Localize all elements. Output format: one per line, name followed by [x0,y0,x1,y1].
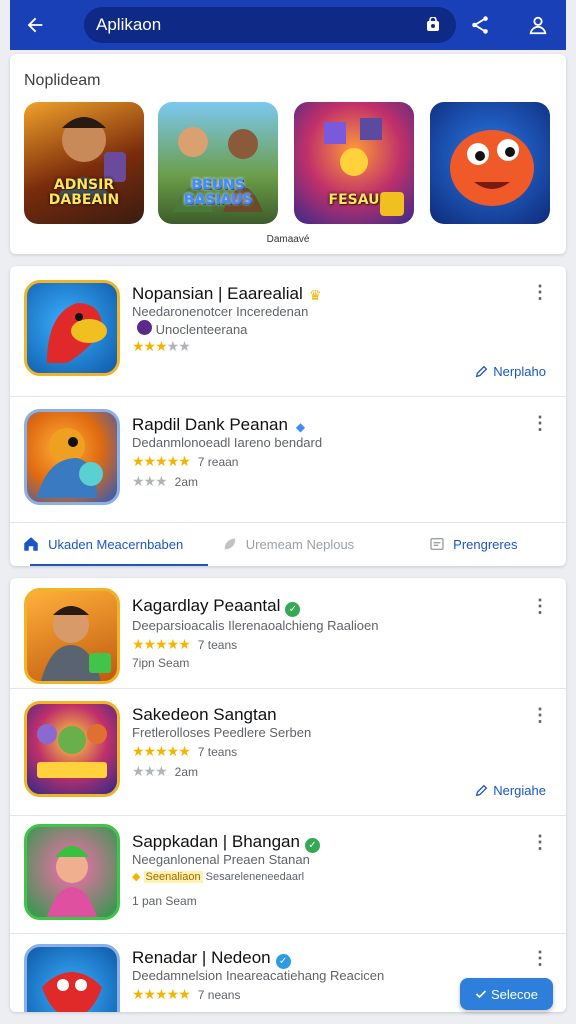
verified-icon: ◆ [295,420,306,434]
app-subtitle: Dedanmlonoeadl Iareno bendard [132,435,323,450]
home-icon [24,537,38,551]
thumbnail-caption: ADNSIR DABEAIN [48,177,120,208]
check-icon [475,990,487,999]
diamond-icon: ◆ [132,871,141,883]
select-button[interactable]: Selecoe [460,978,553,1010]
game-thumbnail[interactable]: FESAU [294,102,414,224]
app-subtitle: Needaronenotcer Inceredenan [132,304,309,319]
verified-icon: ✓ [304,838,320,853]
app-title: Kagardlay Peaantal ✓ [132,596,301,617]
app-developer: Unoclenteerana [132,320,247,337]
app-title: Sakedeon Sangtan [132,705,277,724]
app-subtitle: Neeganlonenal Preaen Stanan [132,852,310,867]
thumbnail-caption: FESAU [328,192,380,208]
app-icon [24,409,120,505]
active-tab-indicator [30,564,208,566]
top-app-bar: Aplikaon [10,0,566,50]
app-subtitle: Deeparsioacalis Ilerenaoalchieng Raalioe… [132,618,379,633]
rating-stars: ★★★★★ [132,338,191,354]
tab-bar: Ukaden Meacernbaben Uremeam Neplous Pren… [10,522,566,566]
section-title: Noplideam [24,72,101,89]
tab-progress[interactable]: Prengreres [381,522,566,566]
rating-stars-secondary: ★★★ 2am [132,763,198,779]
app-title: Renadar | Nedeon ✓ [132,948,291,969]
leaf-icon [224,538,236,550]
app-icon [24,588,120,684]
app-title: Rapdil Dank Peanan ◆ [132,415,308,435]
app-title: Sappkadan | Bhangan ✓ [132,832,320,853]
app-icon [24,280,120,376]
list-item[interactable]: Kagardlay Peaantal ✓ Deeparsioacalis Iler… [10,578,566,688]
rating-stars: ★★★★★ 7 teans [132,636,238,652]
back-button[interactable] [10,0,60,50]
list-item[interactable]: Sakedeon Sangtan Fretlerolloses Peedlere… [10,689,566,815]
developer-icon [137,320,152,335]
app-list-card: Nopansian | Eaarealial ♛ Needaronenotcer … [10,266,566,566]
promo-label: ◆ Seenaliaon Sesareleneneedaarl [132,871,305,883]
list-item[interactable]: Rapdil Dank Peanan ◆ Dedanmlonoeadl Iaren… [10,397,566,521]
search-bar[interactable]: Aplikaon [84,7,456,43]
carousel-footer: Damaavé [266,234,310,245]
more-options-button[interactable]: ⋮ [530,282,550,302]
app-title: Nopansian | Eaarealial ♛ [132,284,322,303]
game-thumbnail[interactable]: BEUNS BASIAUS [158,102,278,224]
verified-icon: ✓ [285,602,301,617]
rating-stars: ★★★★★ 7 reaan [132,453,239,469]
install-link[interactable]: Nergiahe [475,783,546,798]
more-options-button[interactable]: ⋮ [530,948,550,968]
share-button[interactable] [464,9,496,41]
pencil-icon [475,365,488,378]
app-meta: 7ipn Seam [132,656,190,670]
rating-stars-secondary: ★★★ 2am [132,473,198,489]
tab-reviews[interactable]: Uremeam Neplous [195,522,380,566]
app-subtitle: Deedamnelsion Ineareacatiehang Reacicen [132,968,385,983]
verified-icon: ✓ [275,954,291,969]
rating-stars: ★★★★★ 7 neans [132,986,241,1002]
install-link[interactable]: Nerplaho [475,364,546,379]
more-options-button[interactable]: ⋮ [530,413,550,433]
more-options-button[interactable]: ⋮ [530,705,550,725]
game-thumbnail[interactable]: ADNSIR DABEAIN [24,102,144,224]
app-icon [24,824,120,920]
search-action-button[interactable] [420,12,446,38]
more-options-button[interactable]: ⋮ [530,832,550,852]
share-icon [472,16,488,34]
arrow-left-icon [27,17,43,33]
thumbnail-caption: BEUNS BASIAUS [183,177,253,208]
pencil-icon [475,784,488,797]
list-item[interactable]: Sappkadan | Bhangan ✓ Neeganlonenal Preae… [10,816,566,932]
bag-icon [427,17,439,31]
crown-icon: ♛ [308,287,322,303]
app-icon [24,944,120,1012]
list-icon [430,538,444,550]
app-meta: 1 pan Seam [132,894,197,908]
account-button[interactable] [522,9,554,41]
person-icon [529,16,547,35]
tab-updates[interactable]: Ukaden Meacernbaben [10,522,195,566]
recommended-section: Noplideam ADNSIR DABEAIN BEUNS BASIAUS F… [10,54,566,254]
rating-stars: ★★★★★ 7 teans [132,743,238,759]
search-input[interactable]: Aplikaon [96,15,420,35]
list-item[interactable]: Nopansian | Eaarealial ♛ Needaronenotcer … [10,266,566,396]
app-list-card: Kagardlay Peaantal ✓ Deeparsioacalis Iler… [10,578,566,1012]
more-options-button[interactable]: ⋮ [530,596,550,616]
app-icon [24,701,120,797]
app-subtitle: Fretlerolloses Peedlere Serben [132,725,312,740]
game-thumbnail[interactable] [430,102,550,224]
